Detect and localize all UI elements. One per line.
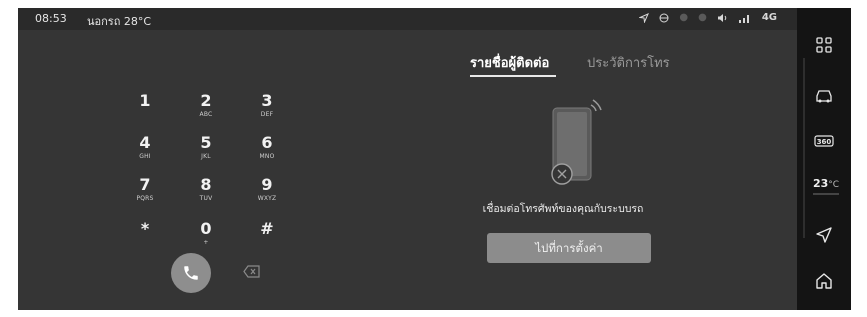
tab-call-history[interactable]: ประวัติการโทร bbox=[587, 52, 670, 73]
wifi-icon: ● bbox=[698, 12, 707, 23]
key-5[interactable]: 5 JKL bbox=[177, 134, 235, 172]
key-7[interactable]: 7 PQRS bbox=[116, 176, 174, 214]
signal-bars-icon bbox=[738, 14, 749, 23]
svg-text:360: 360 bbox=[817, 138, 832, 146]
call-button[interactable] bbox=[171, 253, 211, 293]
active-tab-indicator bbox=[470, 75, 556, 77]
home-icon[interactable] bbox=[810, 268, 838, 294]
volume-icon bbox=[717, 13, 727, 22]
bluetooth-icon: ● bbox=[679, 12, 689, 23]
key-star[interactable]: * bbox=[116, 220, 174, 258]
360-view-icon[interactable]: 360 bbox=[810, 128, 838, 154]
phone-disconnected-icon bbox=[551, 99, 602, 185]
key-1[interactable]: 1 bbox=[116, 92, 174, 130]
key-4[interactable]: 4 GHI bbox=[116, 134, 174, 172]
temperature-unit: °C bbox=[828, 180, 840, 190]
location-arrow-icon bbox=[639, 12, 650, 23]
key-hash[interactable]: # bbox=[238, 220, 296, 258]
temperature-bar bbox=[813, 193, 839, 195]
cabin-temperature[interactable]: 23°C bbox=[806, 172, 846, 195]
head-unit-frame: 08:53 นอกรถ 28°C ● ● 4G 1 2 ABC 3 DEF 4 GHI… bbox=[18, 8, 851, 310]
outside-temperature: นอกรถ 28°C bbox=[87, 15, 152, 28]
key-6[interactable]: 6 MNO bbox=[238, 134, 296, 172]
side-rail: 360 23°C bbox=[797, 8, 851, 310]
key-9[interactable]: 9 WXYZ bbox=[238, 176, 296, 214]
status-bar: 08:53 นอกรถ 28°C ● ● 4G bbox=[18, 8, 797, 30]
status-time: 08:53 bbox=[35, 12, 67, 25]
key-3[interactable]: 3 DEF bbox=[238, 92, 296, 130]
apps-grid-icon[interactable] bbox=[810, 32, 838, 58]
temperature-value: 23 bbox=[812, 177, 829, 190]
status-icons: ● ● 4G bbox=[639, 12, 777, 23]
rail-divider bbox=[803, 58, 805, 238]
tab-contacts[interactable]: รายชื่อผู้ติดต่อ bbox=[470, 52, 549, 73]
navigation-icon[interactable] bbox=[810, 222, 838, 248]
key-8[interactable]: 8 TUV bbox=[177, 176, 235, 214]
backspace-icon[interactable] bbox=[243, 265, 260, 278]
key-0[interactable]: 0 + bbox=[177, 220, 235, 258]
globe-icon bbox=[659, 13, 669, 22]
connect-phone-message: เชื่อมต่อโทรศัพท์ของคุณกับระบบรถ bbox=[482, 203, 644, 215]
phone-screen: 08:53 นอกรถ 28°C ● ● 4G 1 2 ABC 3 DEF 4 GHI… bbox=[18, 8, 797, 310]
phone-handset-icon bbox=[184, 266, 198, 280]
car-icon[interactable] bbox=[810, 83, 838, 109]
key-2[interactable]: 2 ABC bbox=[177, 92, 235, 130]
network-type: 4G bbox=[761, 12, 777, 23]
go-to-settings-button[interactable]: ไปที่การตั้งค่า bbox=[487, 233, 651, 263]
